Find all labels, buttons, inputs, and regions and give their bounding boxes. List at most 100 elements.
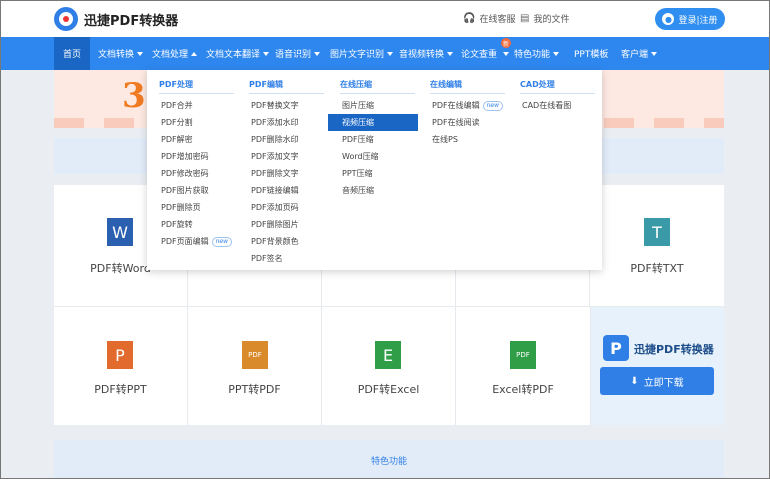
nav-doc-process[interactable]: 文档处理 xyxy=(152,37,198,70)
nav-doc-convert[interactable]: 文档转换 xyxy=(98,37,144,70)
menu-item[interactable]: PDF删除文字 xyxy=(249,165,324,182)
tool-card-pdf-to-excel[interactable]: E PDF转Excel xyxy=(322,307,456,425)
nav-doc-convert-label: 文档转换 xyxy=(98,50,135,60)
download-button[interactable]: ⬇ 立即下载 xyxy=(600,367,714,395)
top-header: 迅捷PDF转换器 🎧 在线客服 ▤ 我的文件 ● 登录|注册 xyxy=(0,0,770,37)
dropdown-column-title: 在线编辑 xyxy=(430,79,505,94)
document-icon: ▤ xyxy=(520,13,530,24)
menu-item[interactable]: PDF添加页码 xyxy=(249,199,324,216)
menu-item-pdf-online-edit[interactable]: PDF在线编辑 new xyxy=(430,97,505,114)
chevron-down-icon xyxy=(553,51,560,56)
headset-icon: 🎧 xyxy=(463,13,476,24)
nav-ppt-templates[interactable]: PPT模板 xyxy=(574,37,608,70)
nav-plagiarism[interactable]: 论文查重 新 xyxy=(461,37,512,70)
menu-item[interactable]: PDF删除页 xyxy=(159,199,234,216)
dropdown-column-title: 在线压缩 xyxy=(340,79,415,94)
menu-item[interactable]: 音频压缩 xyxy=(340,182,418,199)
menu-item[interactable]: PDF解密 xyxy=(159,131,234,148)
menu-item-video-compress[interactable]: 视频压缩 xyxy=(328,114,418,131)
tool-card-label: PDF转PPT xyxy=(94,383,147,396)
menu-item-label: PDF页面编辑 xyxy=(161,237,209,246)
dropdown-column-title: PDF处理 xyxy=(159,79,234,94)
nav-doc-translate-label: 文档文本翻译 xyxy=(206,50,261,60)
menu-item[interactable]: PPT压缩 xyxy=(340,165,418,182)
menu-item[interactable]: PDF旋转 xyxy=(159,216,234,233)
nav-plagiarism-label: 论文查重 xyxy=(461,50,498,60)
nav-ocr[interactable]: 图片文字识别 xyxy=(330,37,394,70)
tool-card-pdf-to-ppt[interactable]: P PDF转PPT xyxy=(54,307,188,425)
menu-item[interactable]: PDF在线阅读 xyxy=(430,114,505,131)
chevron-down-icon xyxy=(447,51,454,56)
online-service-label: 在线客服 xyxy=(479,15,516,25)
logo-text: 迅捷PDF转换器 xyxy=(84,13,179,29)
dropdown-column-online-compress: 在线压缩 图片压缩 视频压缩 PDF压缩 Word压缩 PPT压缩 音频压缩 xyxy=(328,79,418,199)
menu-item[interactable]: PDF签名 xyxy=(249,250,324,267)
login-register-button[interactable]: ● 登录|注册 xyxy=(655,8,725,30)
menu-item[interactable]: PDF链接编辑 xyxy=(249,182,324,199)
tool-card-excel-to-pdf[interactable]: PDF Excel转PDF xyxy=(456,307,591,425)
menu-item[interactable]: PDF分割 xyxy=(159,114,234,131)
menu-item[interactable]: PDF添加水印 xyxy=(249,114,324,131)
menu-item[interactable]: 图片压缩 xyxy=(340,97,418,114)
nav-ocr-label: 图片文字识别 xyxy=(330,50,385,60)
nav-plagiarism-label-wrap: 论文查重 新 xyxy=(461,38,512,60)
chevron-down-icon xyxy=(263,51,270,56)
ppt-icon: P xyxy=(107,341,133,369)
menu-item[interactable]: PDF压缩 xyxy=(340,131,418,148)
logo-icon xyxy=(54,7,78,31)
menu-item[interactable]: PDF添加文字 xyxy=(249,148,324,165)
nav-av-convert-label: 音视频转换 xyxy=(399,50,445,60)
dropdown-column-title: CAD处理 xyxy=(520,79,595,94)
menu-item[interactable]: PDF修改密码 xyxy=(159,165,234,182)
new-badge: new xyxy=(482,100,503,111)
user-icon: ● xyxy=(662,13,675,25)
app-logo-icon: P xyxy=(603,335,629,361)
menu-item[interactable]: PDF背景颜色 xyxy=(249,233,324,250)
download-promo: P 迅捷PDF转换器 ⬇ 立即下载 xyxy=(591,307,724,425)
menu-item[interactable]: CAD在线看图 xyxy=(520,97,595,114)
main-nav: 首页 文档转换 文档处理 文档文本翻译 语音识别 图片文字识别 音视频转换 论文… xyxy=(0,37,770,70)
logo[interactable]: 迅捷PDF转换器 xyxy=(54,7,178,31)
menu-item[interactable]: PDF增加密码 xyxy=(159,148,234,165)
banner-text: 3 xyxy=(122,76,146,116)
menu-item[interactable]: PDF替换文字 xyxy=(249,97,324,114)
tool-card-ppt-to-pdf[interactable]: PDF PPT转PDF xyxy=(188,307,322,425)
download-label: 立即下载 xyxy=(643,377,684,389)
chevron-down-icon xyxy=(314,51,321,56)
tool-card-label: Excel转PDF xyxy=(492,383,554,396)
nav-speech[interactable]: 语音识别 xyxy=(275,37,321,70)
nav-features[interactable]: 特色功能 xyxy=(514,37,560,70)
doc-process-dropdown: PDF处理 PDF合并 PDF分割 PDF解密 PDF增加密码 PDF修改密码 … xyxy=(147,70,602,270)
features-section-header: 特色功能 xyxy=(54,440,724,479)
menu-item[interactable]: 在线PS xyxy=(430,131,505,148)
online-service-link[interactable]: 🎧 在线客服 xyxy=(463,12,515,25)
promo-title: 迅捷PDF转换器 xyxy=(634,343,714,356)
nav-client[interactable]: 客户端 xyxy=(621,37,658,70)
menu-item[interactable]: PDF删除图片 xyxy=(249,216,324,233)
tool-card-label: PPT转PDF xyxy=(228,383,281,396)
tool-card-label: PDF转TXT xyxy=(630,262,684,275)
chevron-down-icon xyxy=(137,51,144,56)
my-files-link[interactable]: ▤ 我的文件 xyxy=(520,12,569,25)
nav-av-convert[interactable]: 音视频转换 xyxy=(399,37,454,70)
chevron-up-icon xyxy=(191,51,198,56)
menu-item[interactable]: PDF合并 xyxy=(159,97,234,114)
my-files-label: 我的文件 xyxy=(533,15,570,25)
tool-card-label: PDF转Excel xyxy=(357,383,420,396)
menu-item-pdf-page-edit[interactable]: PDF页面编辑 new xyxy=(159,233,234,250)
pdf-file-icon: PDF xyxy=(510,341,536,369)
pdf-file-icon: PDF xyxy=(242,341,268,369)
dropdown-column-online-edit: 在线编辑 PDF在线编辑 new PDF在线阅读 在线PS xyxy=(430,79,505,148)
word-icon: W xyxy=(107,218,133,246)
tool-card-pdf-to-txt[interactable]: T PDF转TXT xyxy=(590,185,724,307)
download-icon: ⬇ xyxy=(630,375,639,387)
menu-item[interactable]: Word压缩 xyxy=(340,148,418,165)
menu-item[interactable]: PDF删除水印 xyxy=(249,131,324,148)
nav-home[interactable]: 首页 xyxy=(54,37,90,70)
menu-item[interactable]: PDF图片获取 xyxy=(159,182,234,199)
nav-doc-translate[interactable]: 文档文本翻译 xyxy=(206,37,270,70)
new-badge: new xyxy=(211,236,232,247)
new-badge: 新 xyxy=(501,38,512,48)
dropdown-column-cad: CAD处理 CAD在线看图 xyxy=(520,79,595,114)
nav-home-label: 首页 xyxy=(62,50,81,60)
